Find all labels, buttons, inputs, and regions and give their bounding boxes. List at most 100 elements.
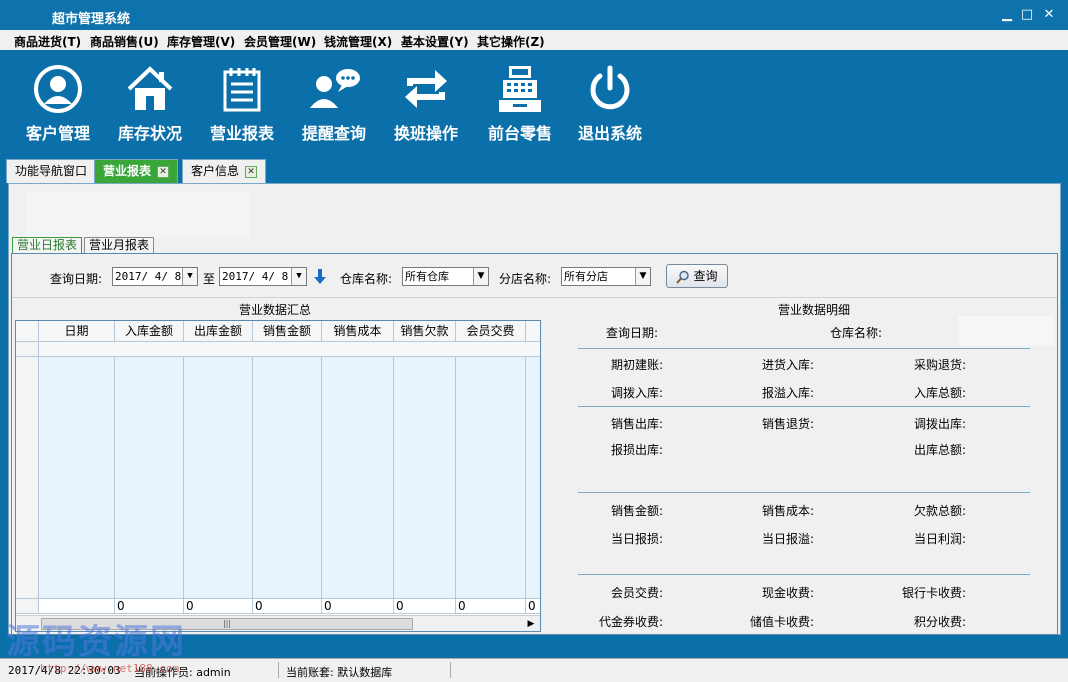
divider xyxy=(12,297,1057,298)
menu-purchase[interactable]: 商品进货(T) xyxy=(14,33,81,50)
branch-label: 分店名称: xyxy=(499,272,552,286)
row-header-corner xyxy=(16,321,39,342)
column-header[interactable]: 会员交费 xyxy=(456,321,526,342)
query-button-label: 查询 xyxy=(693,269,718,283)
table-column xyxy=(253,357,322,599)
table-row[interactable] xyxy=(39,342,540,357)
detail-label: 报损出库: xyxy=(611,443,664,457)
warehouse-select[interactable]: 所有仓库 ▼ xyxy=(402,267,489,286)
menu-other[interactable]: 其它操作(Z) xyxy=(477,33,545,50)
detail-label: 销售金额: xyxy=(611,504,664,518)
summary-grid[interactable]: 日期 入库金额 出库金额 销售金额 销售成本 销售欠款 会员交费 0 0 0 0… xyxy=(15,320,541,632)
column-header[interactable]: 出库金额 xyxy=(184,321,253,342)
column-header[interactable]: 日期 xyxy=(39,321,115,342)
row-header xyxy=(16,599,39,614)
subtab-monthly-report[interactable]: 营业月报表 xyxy=(84,237,155,254)
detail-label: 采购退货: xyxy=(914,358,967,372)
query-date-label: 查询日期: xyxy=(50,272,103,286)
chevron-down-icon[interactable]: ▼ xyxy=(291,268,306,285)
tab-navigation[interactable]: 功能导航窗口 xyxy=(6,159,97,183)
detail-label: 当日报溢: xyxy=(762,532,815,546)
column-header[interactable]: 销售金额 xyxy=(253,321,322,342)
tab-label: 营业报表 xyxy=(103,164,152,178)
column-header[interactable]: 入库金额 xyxy=(115,321,184,342)
toolbar-label: 营业报表 xyxy=(209,124,274,143)
toolbar-label: 库存状况 xyxy=(117,124,182,143)
status-separator xyxy=(278,662,279,678)
detail-label: 进货入库: xyxy=(762,358,815,372)
row-header[interactable] xyxy=(16,342,39,357)
chevron-down-icon[interactable]: ▼ xyxy=(182,268,197,285)
detail-label: 销售成本: xyxy=(762,504,815,518)
main-toolbar: 客户管理 库存状况 营业报表 提醒查询 换班操作 前台零售 退出系统 xyxy=(0,50,1068,156)
toolbar-report-button[interactable]: 营业报表 xyxy=(198,64,286,150)
detail-label: 会员交费: xyxy=(611,586,664,600)
total-cell: 0 xyxy=(526,599,540,614)
report-panel: 营业日报表 营业月报表 查询日期: 2017/ 4/ 8 ▼ 至 2017/ 4/… xyxy=(8,183,1061,635)
table-column xyxy=(456,357,526,599)
divider xyxy=(578,406,1030,407)
detail-query-date-label: 查询日期: xyxy=(606,326,659,340)
detail-label: 银行卡收费: xyxy=(902,586,967,600)
date-from-value: 2017/ 4/ 8 xyxy=(115,270,182,283)
table-column xyxy=(394,357,456,599)
table-column xyxy=(39,357,115,599)
cash-register-icon xyxy=(499,66,541,112)
chevron-down-icon[interactable]: ▼ xyxy=(473,268,488,285)
tab-label: 功能导航窗口 xyxy=(15,164,88,178)
close-icon[interactable]: ✕ xyxy=(157,165,170,178)
subtab-daily-report[interactable]: 营业日报表 xyxy=(12,237,83,254)
column-header[interactable]: 销售成本 xyxy=(322,321,394,342)
divider xyxy=(578,348,1030,349)
watermark-url: http://www.net188.com xyxy=(40,662,180,675)
detail-label: 出库总额: xyxy=(914,443,967,457)
column-header[interactable]: 销售欠款 xyxy=(394,321,456,342)
detail-label: 现金收费: xyxy=(762,586,815,600)
total-cell: 0 xyxy=(322,599,394,614)
date-to-picker[interactable]: 2017/ 4/ 8 ▼ xyxy=(219,267,307,286)
status-separator xyxy=(450,662,451,678)
menu-members[interactable]: 会员管理(W) xyxy=(244,33,316,50)
detail-label: 销售退货: xyxy=(762,417,815,431)
notepad-icon xyxy=(223,68,261,112)
close-button[interactable]: ✕ xyxy=(1040,6,1058,24)
query-button[interactable]: 查询 xyxy=(666,264,728,288)
watermark-logo: 源码资源网 xyxy=(6,622,186,662)
detail-label: 当日报损: xyxy=(611,532,664,546)
divider xyxy=(578,492,1030,493)
toolbar-stock-button[interactable]: 库存状况 xyxy=(106,64,194,150)
minimize-button[interactable]: ▁ xyxy=(998,6,1016,24)
toolbar-retail-button[interactable]: 前台零售 xyxy=(476,64,564,150)
detail-warehouse-value xyxy=(958,316,1054,346)
menu-sales[interactable]: 商品销售(U) xyxy=(90,33,159,50)
menu-settings[interactable]: 基本设置(Y) xyxy=(401,33,469,50)
total-cell: 0 xyxy=(115,599,184,614)
detail-label: 积分收费: xyxy=(914,615,967,629)
date-from-picker[interactable]: 2017/ 4/ 8 ▼ xyxy=(112,267,198,286)
toolbar-shift-button[interactable]: 换班操作 xyxy=(382,64,470,150)
menu-inventory[interactable]: 库存管理(V) xyxy=(167,33,235,50)
chevron-down-icon[interactable]: ▼ xyxy=(635,268,650,285)
tab-business-report[interactable]: 营业报表 ✕ xyxy=(94,159,179,183)
toolbar-customer-button[interactable]: 客户管理 xyxy=(14,64,102,150)
toolbar-reminder-button[interactable]: 提醒查询 xyxy=(290,64,378,150)
total-cell: 0 xyxy=(456,599,526,614)
menu-cashflow[interactable]: 钱流管理(X) xyxy=(324,33,392,50)
detail-label: 当日利润: xyxy=(914,532,967,546)
scroll-right-icon[interactable]: ▶ xyxy=(524,618,538,630)
close-icon[interactable]: ✕ xyxy=(245,165,258,178)
arrow-down-icon xyxy=(314,269,326,284)
toolbar-label: 提醒查询 xyxy=(301,124,366,143)
detail-warehouse-label: 仓库名称: xyxy=(830,326,883,340)
report-body: 查询日期: 2017/ 4/ 8 ▼ 至 2017/ 4/ 8 ▼ 仓库名称: 所有… xyxy=(11,253,1058,635)
user-circle-icon xyxy=(34,65,82,113)
tab-customer-info[interactable]: 客户信息 ✕ xyxy=(182,159,267,183)
detail-label: 欠款总额: xyxy=(914,504,967,518)
house-icon xyxy=(127,66,173,110)
branch-select[interactable]: 所有分店 ▼ xyxy=(561,267,651,286)
maximize-button[interactable]: □ xyxy=(1018,6,1036,24)
toolbar-exit-button[interactable]: 退出系统 xyxy=(566,64,654,150)
status-account: 当前账套: 默认数据库 xyxy=(286,666,393,679)
detail-label: 代金券收费: xyxy=(599,615,664,629)
detail-label: 期初建账: xyxy=(611,358,664,372)
